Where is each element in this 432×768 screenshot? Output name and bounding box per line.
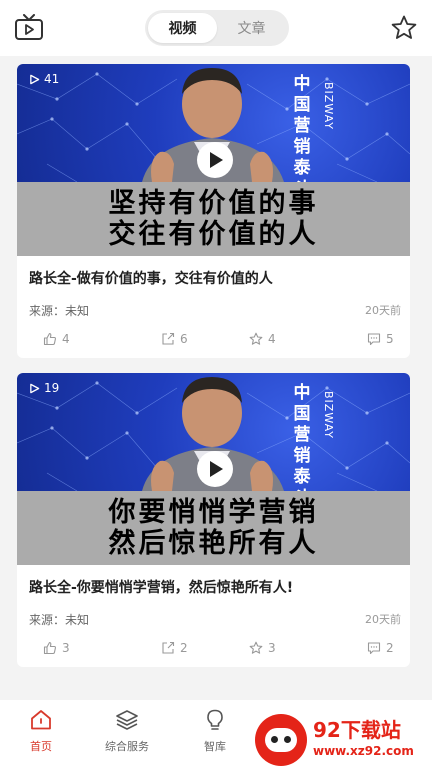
brand-caption: BIZWAY	[322, 391, 335, 439]
play-outline-icon	[30, 383, 40, 393]
share-icon	[162, 332, 175, 345]
nav-home[interactable]: 首页	[29, 708, 53, 754]
video-card[interactable]: 中 国 营 销 泰 斗 BIZWAY 你要悄悄学营销 然后惊艳所有人 19 路长…	[17, 373, 410, 667]
comment-icon	[367, 642, 381, 655]
nav-think-tank[interactable]: 智库	[203, 708, 227, 754]
comment-count: 2	[386, 641, 394, 655]
star-icon[interactable]	[390, 14, 418, 42]
play-button[interactable]	[197, 142, 233, 178]
home-icon	[31, 710, 51, 730]
side-char: 销	[293, 446, 311, 466]
side-char: 中	[293, 74, 311, 94]
publish-time: 20天前	[365, 613, 401, 626]
watermark-title: 92下载站	[313, 718, 401, 742]
comment-button[interactable]: 5	[367, 332, 394, 346]
video-title[interactable]: 路长全-你要悄悄学营销，然后惊艳所有人!	[29, 577, 399, 597]
side-char: 国	[293, 404, 311, 424]
play-button[interactable]	[197, 451, 233, 487]
banner-line: 你要悄悄学营销	[108, 497, 319, 528]
video-meta: 来源：未知 20天前	[29, 611, 401, 628]
side-char: 泰	[293, 158, 311, 178]
banner-line: 交往有价值的人	[108, 219, 319, 250]
brand-caption: BIZWAY	[322, 82, 335, 130]
play-outline-icon	[30, 74, 40, 84]
bulb-icon	[207, 709, 223, 730]
share-icon	[162, 641, 175, 654]
watermark-eye	[284, 736, 291, 743]
side-char: 营	[293, 425, 311, 445]
watermark-eye	[271, 736, 278, 743]
side-char: 销	[293, 137, 311, 157]
nav-think-tank-label: 智库	[204, 740, 226, 753]
watermark-face	[265, 728, 297, 752]
comment-icon	[367, 333, 381, 346]
view-count-badge: 41	[29, 72, 59, 86]
like-button[interactable]: 3	[43, 641, 70, 655]
favorite-button[interactable]: 3	[249, 641, 276, 655]
share-button[interactable]: 2	[161, 641, 188, 655]
action-bar: 3 2 3 2	[17, 641, 410, 661]
thumbnail-banner: 坚持有价值的事 交往有价值的人	[17, 182, 410, 256]
comment-count: 5	[386, 332, 394, 346]
share-button[interactable]: 6	[161, 332, 188, 346]
play-icon	[210, 461, 223, 477]
thumb-up-icon	[43, 641, 56, 655]
top-bar: 视频 文章	[0, 0, 432, 56]
side-char: 国	[293, 95, 311, 115]
source-text: 来源：未知	[29, 613, 90, 627]
watermark-url: www.xz92.com	[313, 744, 414, 758]
share-count: 6	[180, 332, 188, 346]
view-count-badge: 19	[29, 381, 59, 395]
comment-button[interactable]: 2	[367, 641, 394, 655]
tab-video[interactable]: 视频	[148, 13, 217, 43]
site-watermark: 92下载站 www.xz92.com	[255, 714, 427, 766]
favorite-count: 4	[268, 332, 276, 346]
action-bar: 4 6 4 5	[17, 332, 410, 352]
thumbnail-banner: 你要悄悄学营销 然后惊艳所有人	[17, 491, 410, 565]
side-char: 中	[293, 383, 311, 403]
view-count: 19	[44, 381, 60, 395]
play-icon	[210, 152, 223, 168]
like-count: 4	[62, 332, 70, 346]
thumb-up-icon	[43, 332, 56, 346]
source-text: 来源：未知	[29, 304, 90, 318]
banner-line: 然后惊艳所有人	[108, 528, 319, 559]
tv-icon[interactable]	[14, 14, 44, 42]
star-outline-icon	[249, 641, 263, 654]
content-type-switch: 视频 文章	[145, 10, 289, 46]
video-title[interactable]: 路长全-做有价值的事，交往有价值的人	[29, 268, 399, 288]
tab-article[interactable]: 文章	[217, 13, 286, 43]
like-button[interactable]: 4	[43, 332, 70, 346]
nav-home-label: 首页	[30, 740, 52, 753]
video-card[interactable]: 中 国 营 销 泰 斗 BIZWAY 坚持有价值的事 交往有价值的人 41 路长…	[17, 64, 410, 358]
banner-line: 坚持有价值的事	[108, 188, 319, 219]
share-count: 2	[180, 641, 188, 655]
watermark-logo	[255, 714, 307, 766]
video-thumbnail[interactable]: 中 国 营 销 泰 斗 BIZWAY 坚持有价值的事 交往有价值的人 41	[17, 64, 410, 256]
publish-time: 20天前	[365, 304, 401, 317]
favorite-count: 3	[268, 641, 276, 655]
star-outline-icon	[249, 332, 263, 345]
video-meta: 来源：未知 20天前	[29, 302, 401, 319]
layers-icon	[116, 710, 138, 730]
view-count: 41	[44, 72, 60, 86]
nav-services-label: 综合服务	[105, 740, 149, 753]
side-char: 营	[293, 116, 311, 136]
like-count: 3	[62, 641, 70, 655]
side-char: 泰	[293, 467, 311, 487]
nav-services[interactable]: 综合服务	[105, 708, 149, 754]
favorite-button[interactable]: 4	[249, 332, 276, 346]
video-thumbnail[interactable]: 中 国 营 销 泰 斗 BIZWAY 你要悄悄学营销 然后惊艳所有人 19	[17, 373, 410, 565]
